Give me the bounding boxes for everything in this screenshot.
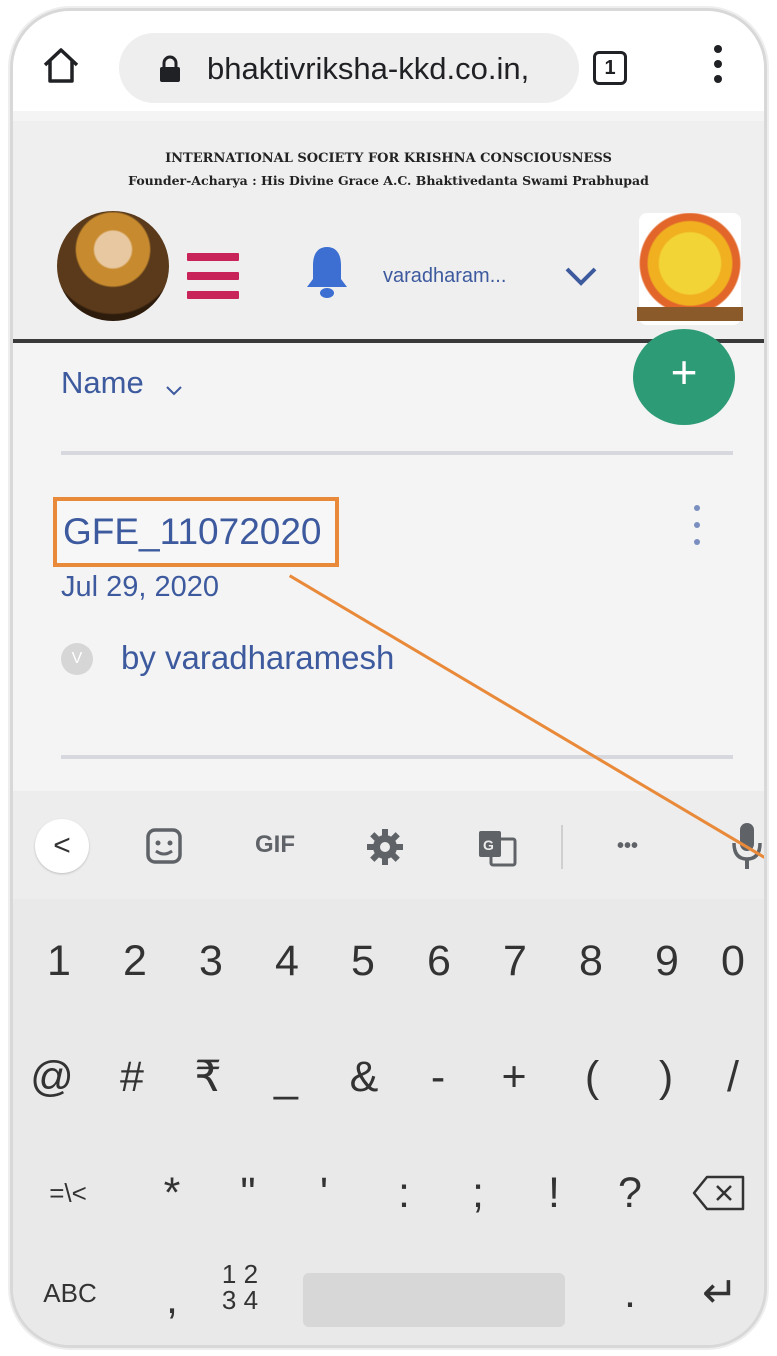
key-8[interactable]: 8 [556,911,626,1011]
toolbar-separator [561,825,563,869]
key-numpad-switch[interactable]: 1 2 3 4 [215,1261,265,1313]
key-comma[interactable]: , [137,1249,207,1345]
sticker-icon[interactable] [145,827,183,865]
divider [61,755,733,759]
svg-text:G: G [483,837,494,853]
key-open-paren[interactable]: ( [557,1027,627,1127]
site-header: INTERNATIONAL SOCIETY FOR KRISHNA CONSCI… [13,121,764,343]
key-single-quote[interactable]: ' [289,1143,359,1243]
key-0[interactable]: 0 [698,911,764,1011]
translate-icon[interactable]: G [477,829,517,867]
key-1[interactable]: 1 [24,911,94,1011]
browser-toolbar: bhaktivriksha-kkd.co.in, 1 [13,11,764,111]
prabhupada-avatar [57,211,169,321]
tab-switcher-button[interactable]: 1 [593,51,627,85]
key-exclamation[interactable]: ! [519,1143,589,1243]
gif-button[interactable]: GIF [255,831,295,867]
key-rupee[interactable]: ₹ [173,1027,243,1127]
divider [61,451,733,455]
key-question[interactable]: ? [595,1143,665,1243]
more-options-button[interactable]: ••• [617,835,638,871]
enter-icon[interactable]: ↵ [685,1243,755,1343]
key-semicolon[interactable]: ; [443,1143,513,1243]
lock-icon [160,55,180,82]
key-hash[interactable]: # [97,1027,167,1127]
keyboard-row-numbers: 1 2 3 4 5 6 7 8 9 0 [13,911,764,1011]
keyboard-back-button[interactable]: < [35,819,89,873]
keyboard-toolbar: < GIF G ••• [13,791,764,899]
keyboard-row-bottom: ABC , 1 2 3 4 . ↵ [13,1243,764,1343]
key-3[interactable]: 3 [176,911,246,1011]
numpad-label-top: 1 2 [221,1259,259,1289]
key-2[interactable]: 2 [100,911,170,1011]
key-plus[interactable]: + [479,1027,549,1127]
file-options-icon[interactable] [689,505,705,559]
file-date: Jul 29, 2020 [61,571,220,603]
space-bar[interactable] [303,1273,565,1327]
phone-frame: bhaktivriksha-kkd.co.in, 1 INTERNATIONAL… [10,8,767,1348]
key-4[interactable]: 4 [252,911,322,1011]
address-bar[interactable]: bhaktivriksha-kkd.co.in, [119,33,579,103]
key-underscore[interactable]: _ [251,1027,321,1127]
add-file-button[interactable]: + [633,329,735,425]
bell-icon[interactable] [303,243,351,301]
key-9[interactable]: 9 [632,911,702,1011]
sort-by-name-button[interactable]: Name [61,365,144,401]
home-icon[interactable] [41,45,81,85]
file-list: Name + GFE_11072020 Jul 29, 2020 V by va… [13,329,764,799]
file-title[interactable]: GFE_11072020 [63,511,322,553]
numpad-label-bottom: 3 4 [221,1285,259,1315]
user-name[interactable]: varadharam... [383,265,506,288]
chevron-down-icon[interactable] [563,265,599,289]
founder-line: Founder-Acharya : His Divine Grace A.C. … [128,173,649,188]
key-more-symbols[interactable]: =\< [33,1143,103,1243]
key-7[interactable]: 7 [480,911,550,1011]
key-at[interactable]: @ [17,1027,87,1127]
key-colon[interactable]: : [369,1143,439,1243]
microphone-icon[interactable] [731,821,763,871]
url-text: bhaktivriksha-kkd.co.in, [207,51,530,86]
keyboard-row-symbols-2: =\< * " ' : ; ! ? [13,1143,764,1243]
key-close-paren[interactable]: ) [631,1027,701,1127]
brand-logo-caption [637,307,743,321]
key-double-quote[interactable]: " [213,1143,283,1243]
backspace-icon[interactable] [691,1173,747,1213]
key-slash[interactable]: / [698,1027,764,1127]
gear-icon[interactable] [365,827,405,867]
key-period[interactable]: . [595,1243,665,1343]
key-asterisk[interactable]: * [137,1143,207,1243]
key-ampersand[interactable]: & [329,1027,399,1127]
soft-keyboard: < GIF G ••• 1 2 3 4 5 6 7 8 9 0 @ # ₹ _ … [13,791,764,1345]
key-5[interactable]: 5 [328,911,398,1011]
key-minus[interactable]: - [403,1027,473,1127]
browser-menu-icon[interactable] [703,41,733,91]
highlighted-file-title[interactable]: GFE_11072020 [53,497,339,567]
chevron-down-icon [166,386,182,396]
org-title: INTERNATIONAL SOCIETY FOR KRISHNA CONSCI… [165,151,612,166]
hamburger-menu-icon[interactable] [187,253,239,305]
owner-avatar: V [61,643,93,675]
key-abc[interactable]: ABC [35,1243,105,1343]
keyboard-row-symbols-1: @ # ₹ _ & - + ( ) / [13,1027,764,1127]
key-6[interactable]: 6 [404,911,474,1011]
owner-text: by varadharamesh [121,639,395,676]
